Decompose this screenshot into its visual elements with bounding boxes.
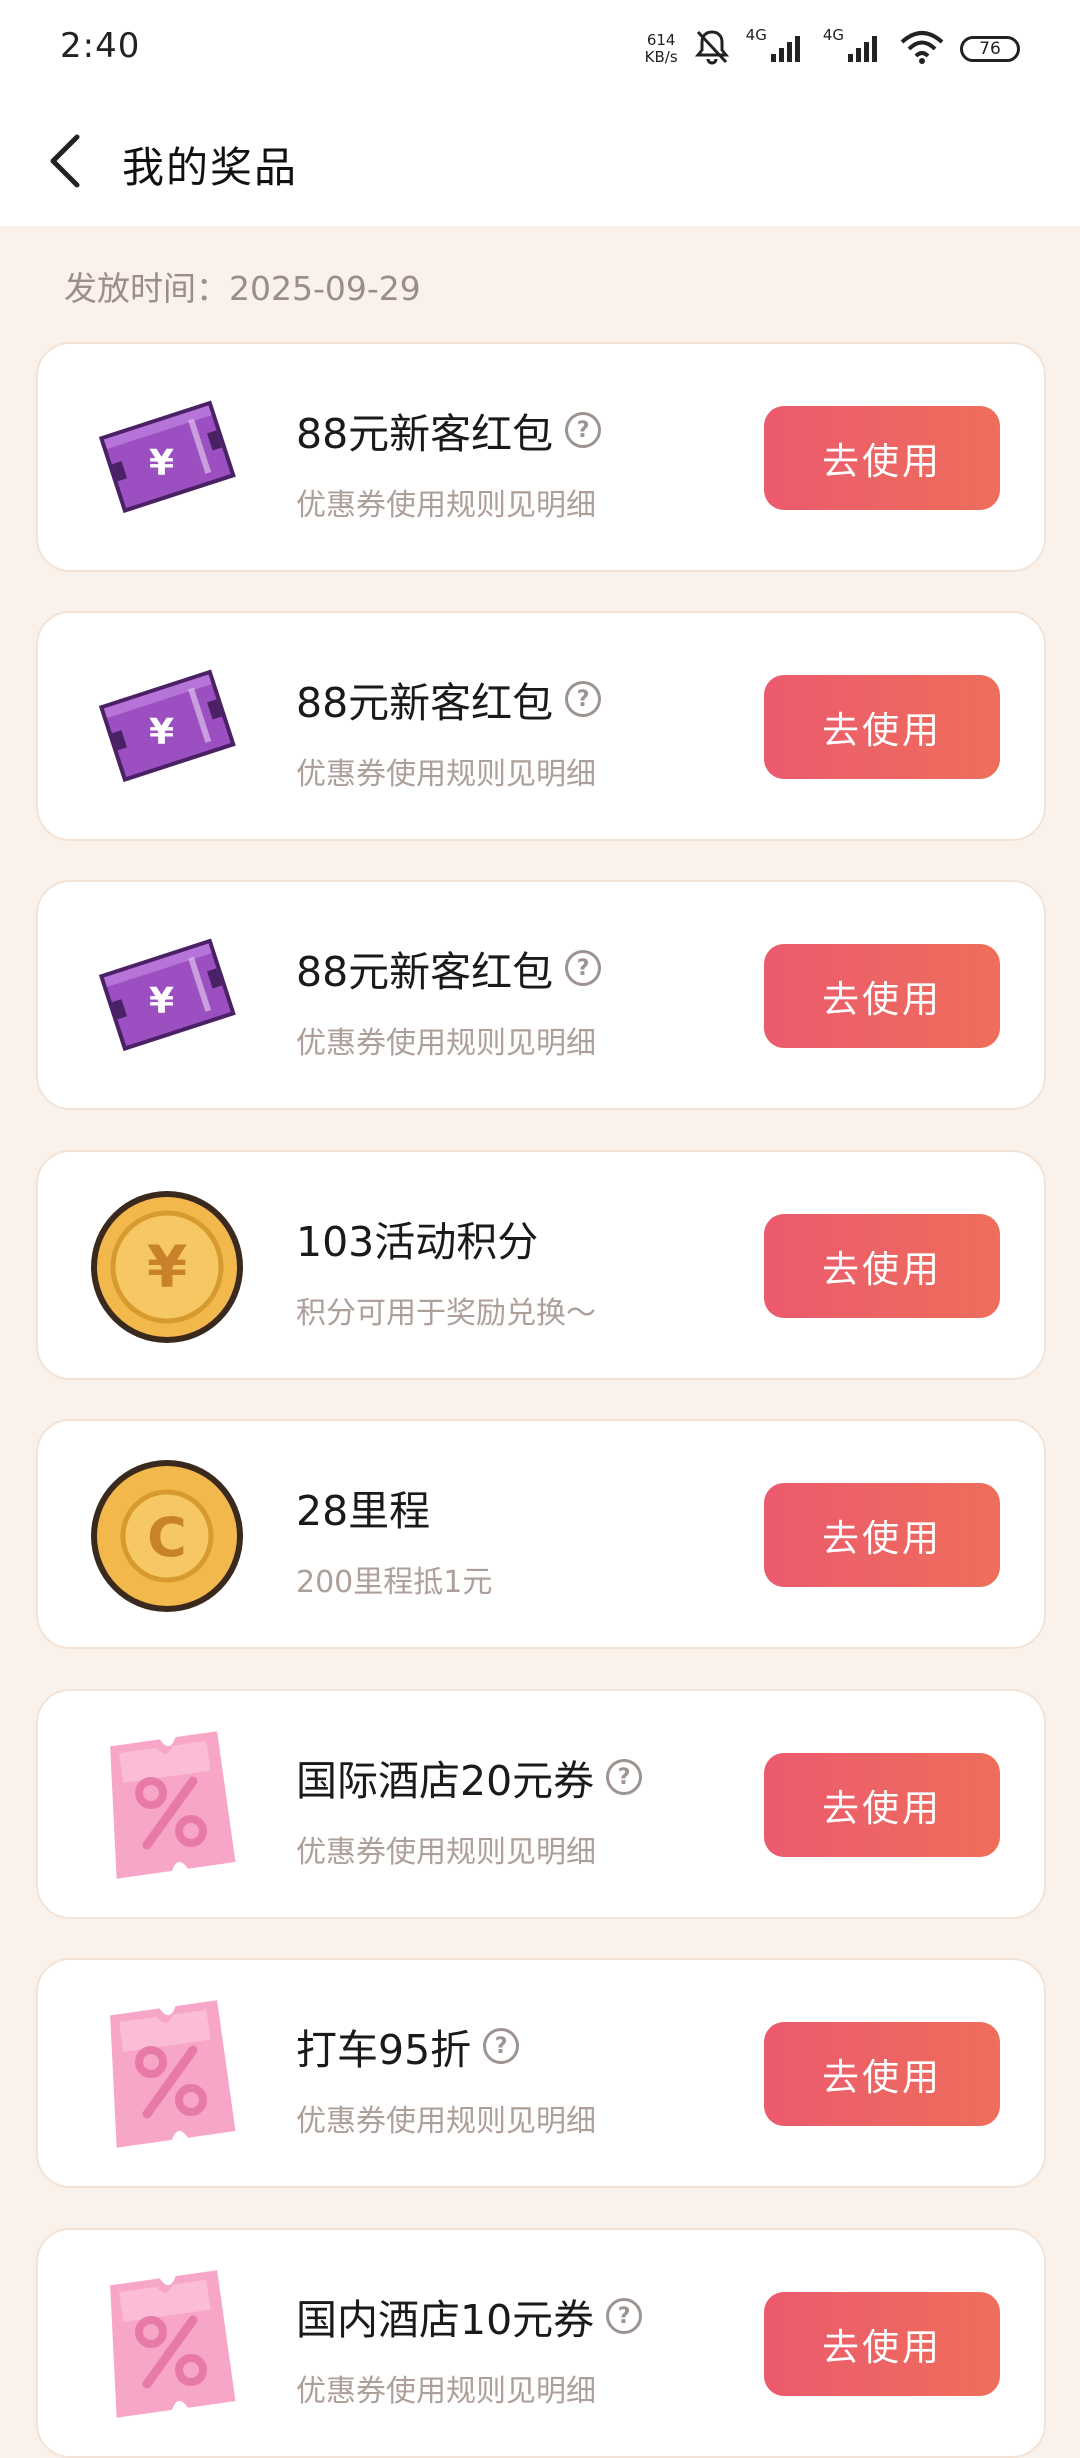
question-icon[interactable]: ?	[483, 2028, 520, 2064]
prize-card: ¥ 88元新客红包 ? 优惠券使用规则见明细 去使用	[36, 342, 1046, 572]
battery-level: 76	[979, 39, 1001, 59]
prize-title-row: 88元新客红包 ?	[296, 938, 602, 998]
prize-title: 国内酒店10元券	[296, 2296, 595, 2344]
c-coin-icon: C	[82, 1460, 252, 1612]
use-button[interactable]: 去使用	[764, 1483, 1000, 1587]
purple-ticket-icon: ¥	[82, 932, 252, 1062]
prize-title-row: 88元新客红包 ?	[296, 400, 602, 460]
back-button[interactable]	[30, 128, 100, 198]
prize-subtitle: 优惠券使用规则见明细	[296, 2374, 596, 2409]
prize-subtitle: 优惠券使用规则见明细	[296, 1835, 596, 1870]
status-bar: 2:40 614 KB/s 4G 4G 76	[0, 0, 1080, 100]
use-button[interactable]: 去使用	[764, 1753, 1000, 1857]
prize-title-row: 28里程	[296, 1477, 430, 1537]
question-icon[interactable]: ?	[606, 1759, 643, 1795]
network-speed-value: 614	[646, 31, 676, 49]
use-button[interactable]: 去使用	[764, 2022, 1000, 2126]
chevron-left-icon	[47, 133, 83, 193]
page-title: 我的奖品	[122, 143, 299, 192]
use-button[interactable]: 去使用	[764, 406, 1000, 510]
svg-text:¥: ¥	[147, 1233, 187, 1301]
prize-subtitle: 积分可用于奖励兑换～	[296, 1296, 596, 1331]
purple-ticket-icon: ¥	[82, 663, 252, 793]
yen-coin-icon: ¥	[82, 1191, 252, 1343]
prize-title: 打车95折	[296, 2026, 472, 2074]
pink-coupon-icon	[82, 2270, 252, 2418]
prize-title: 88元新客红包	[296, 410, 554, 458]
prize-card: 打车95折 ? 优惠券使用规则见明细 去使用	[36, 1958, 1046, 2188]
prize-title-row: 88元新客红包 ?	[296, 669, 602, 729]
question-icon[interactable]: ?	[565, 950, 602, 986]
status-icons: 614 KB/s 4G 4G 76	[645, 26, 1020, 72]
prize-title: 88元新客红包	[296, 679, 554, 727]
use-button[interactable]: 去使用	[764, 1214, 1000, 1318]
network-speed: 614 KB/s	[645, 32, 678, 66]
prize-card: 国际酒店20元券 ? 优惠券使用规则见明细 去使用	[36, 1689, 1046, 1919]
question-icon[interactable]: ?	[606, 2298, 643, 2334]
svg-text:¥: ¥	[149, 981, 174, 1022]
mute-bell-icon	[694, 28, 730, 70]
prize-subtitle: 优惠券使用规则见明细	[296, 1026, 596, 1061]
purple-ticket-icon: ¥	[82, 394, 252, 524]
network-speed-unit: KB/s	[644, 48, 678, 66]
prize-subtitle: 优惠券使用规则见明细	[296, 2104, 596, 2139]
prize-title: 88元新客红包	[296, 948, 554, 996]
use-button[interactable]: 去使用	[764, 2292, 1000, 2396]
signal-2-label: 4G	[822, 26, 844, 44]
prize-card: ¥ 103活动积分 积分可用于奖励兑换～ 去使用	[36, 1150, 1046, 1380]
prize-card: 国内酒店10元券 ? 优惠券使用规则见明细 去使用	[36, 2228, 1046, 2458]
prize-title-row: 103活动积分	[296, 1208, 538, 1268]
use-button[interactable]: 去使用	[764, 675, 1000, 779]
prize-subtitle: 优惠券使用规则见明细	[296, 488, 596, 523]
wifi-icon	[900, 30, 944, 68]
pink-coupon-icon	[82, 2000, 252, 2148]
prize-title: 103活动积分	[296, 1218, 539, 1266]
prize-card: C 28里程 200里程抵1元 去使用	[36, 1419, 1046, 1649]
prize-title: 国际酒店20元券	[296, 1757, 595, 1805]
svg-text:¥: ¥	[149, 443, 174, 484]
issue-date: 发放时间：2025-09-29	[64, 269, 421, 308]
nav-bar: 我的奖品	[0, 100, 1080, 226]
use-button[interactable]: 去使用	[764, 944, 1000, 1048]
pink-coupon-icon	[82, 1731, 252, 1879]
prize-title-row: 国际酒店20元券 ?	[296, 1747, 643, 1807]
prize-subtitle: 200里程抵1元	[296, 1565, 493, 1600]
prize-title-row: 国内酒店10元券 ?	[296, 2286, 643, 2346]
svg-text:C: C	[147, 1506, 187, 1569]
svg-text:¥: ¥	[149, 712, 174, 753]
prize-title-row: 打车95折 ?	[296, 2016, 520, 2076]
status-time: 2:40	[60, 26, 141, 66]
prize-card: ¥ 88元新客红包 ? 优惠券使用规则见明细 去使用	[36, 611, 1046, 841]
signal-2-icon	[848, 32, 884, 66]
prize-title: 28里程	[296, 1487, 431, 1535]
question-icon[interactable]: ?	[565, 681, 602, 717]
question-icon[interactable]: ?	[565, 412, 602, 448]
signal-1-icon	[770, 32, 807, 66]
prize-subtitle: 优惠券使用规则见明细	[296, 757, 596, 792]
signal-1-label: 4G	[745, 26, 767, 44]
prize-card: ¥ 88元新客红包 ? 优惠券使用规则见明细 去使用	[36, 880, 1046, 1110]
battery-indicator: 76	[960, 36, 1020, 62]
